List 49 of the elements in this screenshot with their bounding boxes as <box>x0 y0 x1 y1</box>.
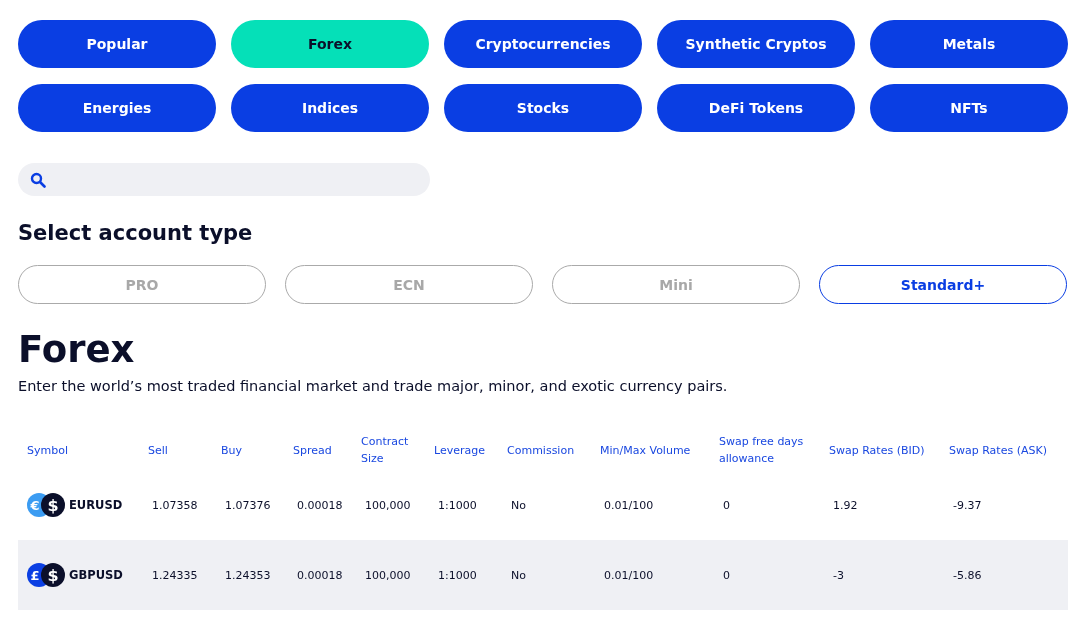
table-cell-text: 1.92 <box>832 498 859 512</box>
account-type-button[interactable]: Standard+ <box>819 265 1067 304</box>
market-description: Enter the world’s most traded financial market and trade major, minor, and exotic currency pairs. <box>18 378 729 394</box>
table-cell-text: 100,000 <box>364 568 412 582</box>
table-cell-text: 1:1000 <box>437 568 478 582</box>
column-header: Swap Rates (ASK) <box>949 442 1047 459</box>
table-cell-text: -9.37 <box>952 498 983 512</box>
table-cell-text: 0.00018 <box>296 498 344 512</box>
column-header: Swap free days allowance <box>719 434 805 467</box>
table-cell-text: No <box>510 498 527 512</box>
category-tab[interactable]: Forex <box>231 20 429 68</box>
table-cell-text: 0 <box>722 568 731 582</box>
table-cell-text: 0.00018 <box>296 568 344 582</box>
table-cell-text: 0.01/100 <box>603 498 655 512</box>
table-cell-text: 1.07358 <box>151 498 199 512</box>
section-heading: Select account type <box>18 221 254 245</box>
table-cell-text: -3 <box>832 568 845 582</box>
search-icon <box>30 171 46 188</box>
category-tab[interactable]: Indices <box>231 84 429 132</box>
column-header: Min/Max Volume <box>600 442 692 459</box>
table-cell-text: 1.07376 <box>224 498 272 512</box>
column-header: Leverage <box>434 442 486 459</box>
column-header: Spread <box>293 442 333 459</box>
table-cell-text: 1:1000 <box>437 498 478 512</box>
category-tab[interactable]: DeFi Tokens <box>657 84 855 132</box>
table-cell-text: -5.86 <box>952 568 983 582</box>
column-header: Symbol <box>27 442 69 459</box>
market-title: Forex <box>18 328 136 372</box>
table-cell-text: 1.24335 <box>151 568 199 582</box>
category-tab[interactable]: NFTs <box>870 84 1068 132</box>
table-cell-text: No <box>510 568 527 582</box>
search-field[interactable] <box>18 163 430 196</box>
column-header: Sell <box>148 442 169 459</box>
symbol-cell: EURUSD <box>69 498 123 512</box>
table-cell-text: 1.24353 <box>224 568 272 582</box>
table-cell-text: 0.01/100 <box>603 568 655 582</box>
category-tab[interactable]: Synthetic Cryptos <box>657 20 855 68</box>
column-header: Commission <box>507 442 576 459</box>
category-tab[interactable]: Metals <box>870 20 1068 68</box>
column-header: Buy <box>221 442 244 459</box>
category-tab[interactable]: Cryptocurrencies <box>444 20 642 68</box>
table-cell-text: 100,000 <box>364 498 412 512</box>
category-tab[interactable]: Stocks <box>444 84 642 132</box>
column-header: Contract Size <box>361 434 410 467</box>
category-tab[interactable]: Energies <box>18 84 216 132</box>
table-cell-text: 0 <box>722 498 731 512</box>
category-tab[interactable]: Popular <box>18 20 216 68</box>
column-header: Swap Rates (BID) <box>829 442 926 459</box>
symbol-cell: GBPUSD <box>69 568 123 582</box>
